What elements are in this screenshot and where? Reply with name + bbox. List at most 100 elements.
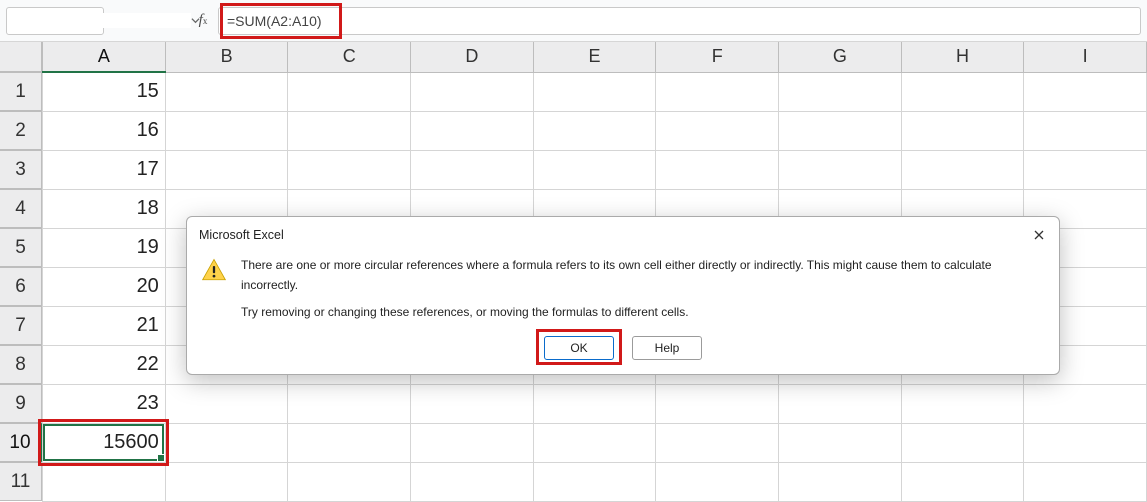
help-button[interactable]: Help — [632, 336, 702, 360]
row-header-7[interactable]: 7 — [0, 306, 42, 345]
column-header-D[interactable]: D — [411, 42, 534, 72]
column-header-G[interactable]: G — [779, 42, 902, 72]
cell-C2[interactable] — [288, 111, 411, 150]
cell-E10[interactable] — [533, 423, 656, 462]
cell-A2[interactable]: 16 — [43, 111, 166, 150]
select-all-corner[interactable] — [0, 42, 42, 72]
cell-B10[interactable] — [165, 423, 288, 462]
ok-button[interactable]: OK — [544, 336, 614, 360]
column-header-H[interactable]: H — [901, 42, 1024, 72]
column-header-F[interactable]: F — [656, 42, 779, 72]
dialog-line-1: There are one or more circular reference… — [241, 255, 1045, 296]
circular-reference-dialog: Microsoft Excel There are one or more ci… — [186, 216, 1060, 375]
dialog-titlebar: Microsoft Excel — [187, 217, 1059, 249]
cell-H3[interactable] — [901, 150, 1024, 189]
cell-I3[interactable] — [1024, 150, 1147, 189]
cell-I11[interactable] — [1024, 462, 1147, 501]
cell-A10[interactable]: 15600 — [43, 423, 166, 462]
column-header-E[interactable]: E — [533, 42, 656, 72]
cell-F10[interactable] — [656, 423, 779, 462]
cell-C3[interactable] — [288, 150, 411, 189]
cell-G1[interactable] — [779, 72, 902, 111]
row-header-2[interactable]: 2 — [0, 111, 42, 150]
cell-E3[interactable] — [533, 150, 656, 189]
cell-F11[interactable] — [656, 462, 779, 501]
cell-I2[interactable] — [1024, 111, 1147, 150]
name-box-input[interactable] — [7, 13, 191, 28]
cell-G10[interactable] — [779, 423, 902, 462]
cell-G9[interactable] — [779, 384, 902, 423]
cell-E1[interactable] — [533, 72, 656, 111]
column-header-C[interactable]: C — [288, 42, 411, 72]
cell-H1[interactable] — [901, 72, 1024, 111]
dialog-line-2: Try removing or changing these reference… — [241, 302, 1045, 322]
row-header-1[interactable]: 1 — [0, 72, 42, 111]
row-headers: 1234567891011 — [0, 42, 42, 502]
cell-D10[interactable] — [411, 423, 534, 462]
cell-D9[interactable] — [411, 384, 534, 423]
row-header-6[interactable]: 6 — [0, 267, 42, 306]
row-header-4[interactable]: 4 — [0, 189, 42, 228]
dialog-body: There are one or more circular reference… — [187, 249, 1059, 330]
cell-B2[interactable] — [165, 111, 288, 150]
cell-I10[interactable] — [1024, 423, 1147, 462]
cell-F3[interactable] — [656, 150, 779, 189]
cell-A11[interactable] — [43, 462, 166, 501]
chevron-down-icon[interactable] — [191, 16, 200, 25]
cell-D1[interactable] — [411, 72, 534, 111]
cell-A4[interactable]: 18 — [43, 189, 166, 228]
row-header-3[interactable]: 3 — [0, 150, 42, 189]
column-header-A[interactable]: A — [43, 42, 166, 72]
cell-F2[interactable] — [656, 111, 779, 150]
cell-G3[interactable] — [779, 150, 902, 189]
cell-E9[interactable] — [533, 384, 656, 423]
cell-H2[interactable] — [901, 111, 1024, 150]
dialog-buttons: OK Help — [187, 330, 1059, 374]
cell-C11[interactable] — [288, 462, 411, 501]
cell-B1[interactable] — [165, 72, 288, 111]
formula-bar-text: =SUM(A2:A10) — [227, 13, 322, 29]
cell-E2[interactable] — [533, 111, 656, 150]
column-header-I[interactable]: I — [1024, 42, 1147, 72]
cell-G2[interactable] — [779, 111, 902, 150]
cell-C10[interactable] — [288, 423, 411, 462]
row-header-8[interactable]: 8 — [0, 345, 42, 384]
row-header-9[interactable]: 9 — [0, 384, 42, 423]
cell-F9[interactable] — [656, 384, 779, 423]
cell-G11[interactable] — [779, 462, 902, 501]
cell-D2[interactable] — [411, 111, 534, 150]
row-header-10[interactable]: 10 — [0, 423, 42, 462]
cell-H10[interactable] — [901, 423, 1024, 462]
name-box[interactable] — [6, 7, 104, 35]
cell-A1[interactable]: 15 — [43, 72, 166, 111]
cell-B9[interactable] — [165, 384, 288, 423]
cell-A6[interactable]: 20 — [43, 267, 166, 306]
cell-A3[interactable]: 17 — [43, 150, 166, 189]
row-header-11[interactable]: 11 — [0, 462, 42, 501]
cell-F1[interactable] — [656, 72, 779, 111]
cell-I1[interactable] — [1024, 72, 1147, 111]
cell-C1[interactable] — [288, 72, 411, 111]
cell-A7[interactable]: 21 — [43, 306, 166, 345]
formula-bar[interactable]: =SUM(A2:A10) — [218, 7, 1141, 35]
dialog-message: There are one or more circular reference… — [235, 255, 1045, 322]
cell-C9[interactable] — [288, 384, 411, 423]
dialog-title-text: Microsoft Excel — [199, 228, 284, 242]
cell-A9[interactable]: 23 — [43, 384, 166, 423]
cell-B3[interactable] — [165, 150, 288, 189]
cell-D3[interactable] — [411, 150, 534, 189]
cell-H11[interactable] — [901, 462, 1024, 501]
row-header-5[interactable]: 5 — [0, 228, 42, 267]
column-header-B[interactable]: B — [165, 42, 288, 72]
cell-A8[interactable]: 22 — [43, 345, 166, 384]
cell-B11[interactable] — [165, 462, 288, 501]
ok-button-label: OK — [570, 341, 587, 355]
cell-H9[interactable] — [901, 384, 1024, 423]
cell-I9[interactable] — [1024, 384, 1147, 423]
cell-D11[interactable] — [411, 462, 534, 501]
close-icon[interactable] — [1029, 225, 1049, 245]
formula-bar-row: fx =SUM(A2:A10) — [0, 0, 1147, 42]
cell-E11[interactable] — [533, 462, 656, 501]
cell-A5[interactable]: 19 — [43, 228, 166, 267]
warning-icon — [201, 255, 235, 322]
